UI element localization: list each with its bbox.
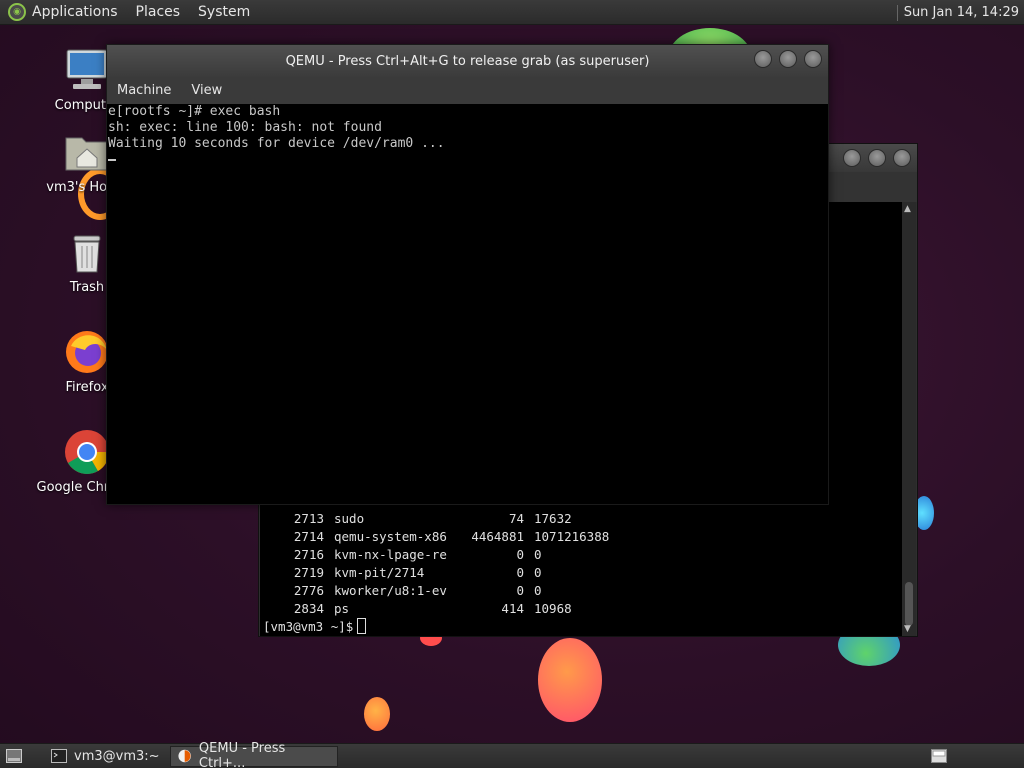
mate-logo-icon[interactable]: ◉	[8, 3, 26, 21]
home-folder-icon	[63, 128, 111, 176]
terminal-prompt-line[interactable]: [vm3@vm3 ~]$	[263, 618, 367, 636]
taskbar-item-terminal[interactable]: vm3@vm3:~	[45, 746, 166, 767]
firefox-icon	[63, 328, 111, 376]
console-line: sh: exec: line 100: bash: not found	[108, 120, 382, 135]
minimize-button[interactable]	[843, 149, 861, 167]
window-title: QEMU - Press Ctrl+Alt+G to release grab …	[285, 53, 650, 69]
applications-menu[interactable]: Applications	[32, 4, 118, 20]
qemu-icon	[177, 749, 191, 763]
ps-row: 2719 kvm-pit/2714 0 0	[293, 565, 542, 580]
console-cursor-line	[108, 152, 828, 168]
console-line: e[rootfs ~]# exec bash	[108, 104, 281, 119]
terminal-icon	[51, 749, 67, 763]
show-desktop-icon	[6, 749, 22, 763]
terminal-cursor	[357, 618, 367, 634]
ps-row: 2834 ps 414 10968	[293, 601, 572, 616]
maximize-button[interactable]	[779, 50, 797, 68]
ps-row: 2716 kvm-nx-lpage-re 0 0	[293, 547, 542, 562]
scroll-down-arrow-icon[interactable]: ▼	[904, 624, 911, 634]
close-button[interactable]	[893, 149, 911, 167]
ps-output: 2713 sudo 74 17632 2714 qemu-system-x86 44648…	[286, 510, 609, 618]
minimize-button[interactable]	[754, 50, 772, 68]
top-panel: ◉ Applications Places System Sun Jan 14,…	[0, 0, 1024, 25]
qemu-titlebar[interactable]: QEMU - Press Ctrl+Alt+G to release grab …	[107, 45, 828, 77]
scrollbar-thumb[interactable]	[905, 582, 913, 626]
ps-row: 2713 sudo 74 17632	[293, 511, 572, 526]
menu-machine[interactable]: Machine	[107, 83, 181, 98]
taskbar-item-qemu[interactable]: QEMU - Press Ctrl+...	[169, 741, 338, 768]
shell-prompt: [vm3@vm3 ~]$	[263, 619, 354, 634]
panel-separator	[896, 4, 898, 21]
console-cursor	[108, 159, 116, 161]
bottom-panel: vm3@vm3:~ QEMU - Press Ctrl+...	[0, 741, 1024, 768]
menu-view[interactable]: View	[181, 83, 232, 98]
chrome-icon	[63, 428, 111, 476]
taskbar-item-label: vm3@vm3:~	[74, 748, 160, 764]
ps-row: 2714 qemu-system-x86 4464881 1071216388	[293, 529, 610, 544]
decor-blob-orange	[538, 638, 602, 722]
qemu-console[interactable]: e[rootfs ~]# exec bash sh: exec: line 10…	[107, 104, 828, 504]
console-line: Waiting 10 seconds for device /dev/ram0 …	[108, 136, 445, 151]
places-menu[interactable]: Places	[136, 4, 181, 20]
clock[interactable]: Sun Jan 14, 14:29	[904, 5, 1019, 20]
close-button[interactable]	[804, 50, 822, 68]
ps-row: 2776 kworker/u8:1-ev 0 0	[293, 583, 542, 598]
workspace-icon	[931, 749, 947, 763]
show-desktop-button[interactable]	[0, 746, 35, 767]
decor-blob-small-orange	[364, 697, 390, 731]
maximize-button[interactable]	[868, 149, 886, 167]
qemu-menubar: Machine View	[107, 77, 828, 104]
terminal-scrollbar[interactable]: ▲ ▼	[902, 202, 916, 636]
taskbar-item-label: QEMU - Press Ctrl+...	[198, 741, 286, 768]
qemu-window[interactable]: QEMU - Press Ctrl+Alt+G to release grab …	[106, 44, 829, 505]
workspace-switcher[interactable]	[925, 746, 960, 767]
system-menu[interactable]: System	[198, 4, 250, 20]
trash-icon	[63, 228, 111, 276]
computer-icon	[63, 46, 111, 94]
scroll-up-arrow-icon[interactable]: ▲	[904, 204, 911, 214]
